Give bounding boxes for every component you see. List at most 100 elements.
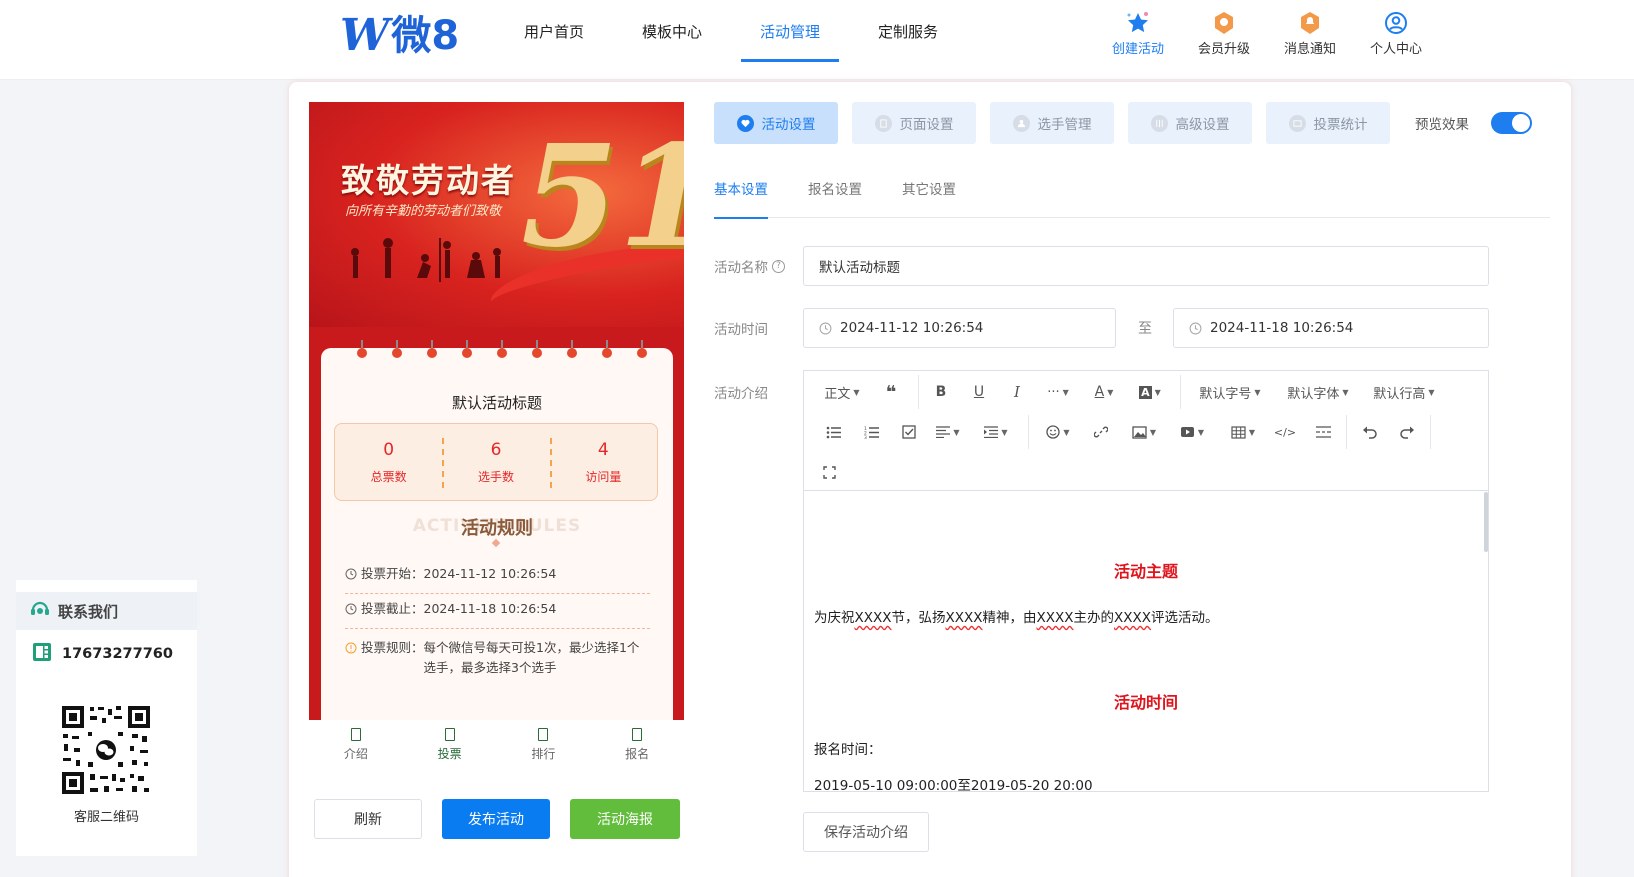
tab-label: 活动设置 [761,117,816,133]
help-icon[interactable]: ? [772,259,785,273]
ring [635,340,649,358]
save-intro-button[interactable]: 保存活动介绍 [803,812,929,852]
vip-badge-icon [1212,10,1236,36]
toolbar-divider [1346,415,1347,449]
subtab-basic[interactable]: 基本设置 [714,172,768,219]
activity-poster-button[interactable]: 活动海报 [570,799,680,839]
vote-icon [444,728,455,741]
tab-contestant-management[interactable]: 选手管理 [990,102,1114,144]
stats-icon [1288,114,1306,132]
content-paragraph-intro: 为庆祝XXXX节，弘扬XXXX精神，由XXXX主办的XXXX评选活动。 [814,610,1219,626]
user-center-label: 个人中心 [1369,42,1422,57]
tab-ranking[interactable]: 排行 [497,720,591,770]
table-icon[interactable]: ▼ [1222,417,1264,447]
editor-toolbar: 正文 ▼ ❝ B U I ··· ▼ A ▼ A ▼ 默认字号 ▼ 默认字体 ▼ 默认行高 ▼… [804,371,1488,491]
image-icon[interactable]: ▼ [1124,417,1164,447]
indent-icon[interactable]: ▼ [976,417,1016,447]
activity-name-value: 默认活动标题 [819,260,900,276]
paragraph-select[interactable]: 正文 ▼ [818,377,866,407]
subtab-signup[interactable]: 报名设置 [808,172,862,218]
tab-activity-settings[interactable]: 活动设置 [714,102,838,144]
intro-icon [350,728,361,741]
font-family-select[interactable]: 默认字体 ▼ [1280,377,1356,407]
person-icon [1012,114,1030,132]
redo-icon[interactable] [1392,417,1422,447]
end-time-input[interactable]: 2024-11-18 10:26:54 [1173,308,1489,348]
settings-tabs: 活动设置 页面设置 选手管理 高级设置 投票统计 [714,102,1390,144]
refresh-button[interactable]: 刷新 [314,799,422,839]
quote-icon[interactable]: ❝ [876,377,906,407]
customer-service-qr-code [60,704,152,796]
bullet-list-icon[interactable] [818,417,848,447]
nav-custom-service[interactable]: 定制服务 [849,0,967,62]
nav-template-center[interactable]: 模板中心 [613,0,731,62]
stats-panel: 0 总票数 6 选手数 4 访问量 [334,423,658,501]
line-height-select[interactable]: 默认行高 ▼ [1366,377,1442,407]
preview-toggle[interactable] [1491,112,1532,134]
more-styles-icon[interactable]: ··· ▼ [1040,377,1076,407]
create-activity-button[interactable]: 创建活动 [1095,10,1181,60]
tab-advanced-settings[interactable]: 高级设置 [1128,102,1252,144]
notifications-button[interactable]: 消息通知 [1267,10,1353,60]
contact-phone[interactable]: 17673277760 [32,642,173,666]
activity-name-input[interactable]: 默认活动标题 [803,246,1489,286]
caret-down-icon: ▼ [1342,387,1349,397]
header-tools: 创建活动 会员升级 消息通知 个人中心 [1095,10,1439,60]
italic-icon[interactable]: I [1002,377,1032,407]
nav-activity-management[interactable]: 活动管理 [731,0,849,62]
user-center-button[interactable]: 个人中心 [1353,10,1439,60]
underline-icon[interactable]: U [964,377,994,407]
member-upgrade-button[interactable]: 会员升级 [1181,10,1267,60]
contact-title: 联系我们 [58,602,119,621]
nav-user-home[interactable]: 用户首页 [495,0,613,62]
tab-vote-statistics[interactable]: 投票统计 [1266,102,1390,144]
toggle-knob [1512,114,1530,132]
activity-time-label: 活动时间 [714,322,768,338]
tab-signup[interactable]: 报名 [590,720,684,770]
editor-scrollbar[interactable] [1484,492,1488,552]
numbered-list-icon[interactable]: 123 [856,417,886,447]
subtab-other[interactable]: 其它设置 [902,172,956,218]
stat-label: 选手数 [477,469,514,484]
tab-intro[interactable]: 介绍 [309,720,403,770]
tab-vote[interactable]: 投票 [403,720,497,770]
align-icon[interactable]: ▼ [928,417,968,447]
background-color-icon[interactable]: A ▼ [1132,377,1168,407]
contact-header: 联系我们 [16,592,197,630]
start-time-input[interactable]: 2024-11-12 10:26:54 [803,308,1116,348]
rule-value: 每个微信号每天可投1次，最少选择1个选手，最多选择3个选手 [423,640,640,675]
tab-label: 页面设置 [899,117,954,133]
video-icon[interactable]: ▼ [1172,417,1212,447]
tab-page-settings[interactable]: 页面设置 [852,102,976,144]
ring [530,340,544,358]
sub-tabs: 基本设置 报名设置 其它设置 [714,172,1550,219]
toolbar-divider [918,375,919,409]
font-color-icon[interactable]: A ▼ [1086,377,1122,407]
emoji-icon[interactable]: ▼ [1038,417,1078,447]
ring [460,340,474,358]
link-icon[interactable] [1086,417,1116,447]
line-height-label: 默认行高 [1373,386,1426,402]
editor-content[interactable]: 活动主题 为庆祝XXXX节，弘扬XXXX精神，由XXXX主办的XXXX评选活动。… [804,492,1488,791]
rule-vote-start: 投票开始： 2024-11-12 10:26:54 [345,564,650,594]
publish-activity-button[interactable]: 发布活动 [442,799,550,839]
bold-icon[interactable]: B [926,377,956,407]
fullscreen-icon[interactable] [814,457,844,487]
rule-vote-policy: 投票规则： 每个微信号每天可投1次，最少选择1个选手，最多选择3个选手 [345,638,650,682]
code-icon[interactable]: </> [1270,417,1300,447]
font-size-select[interactable]: 默认字号 ▼ [1192,377,1268,407]
divider-line-icon[interactable] [1308,417,1338,447]
start-time-value: 2024-11-12 10:26:54 [840,320,984,336]
ring [390,340,404,358]
top-navigation-bar: W 微8 用户首页 模板中心 活动管理 定制服务 创建活动 会员升级 消息通知 [0,0,1634,80]
rule-key: 投票开始： [361,566,424,581]
font-family-label: 默认字体 [1287,386,1340,402]
toolbar-divider [1028,415,1029,449]
undo-icon[interactable] [1354,417,1384,447]
checkbox-list-icon[interactable] [894,417,924,447]
ring [495,340,509,358]
banner-subtitle: 向所有辛勤的劳动者们致敬 [345,204,502,219]
caret-down-icon: ▼ [853,387,860,397]
logo[interactable]: W 微8 [340,14,459,59]
clock-icon [819,322,832,335]
